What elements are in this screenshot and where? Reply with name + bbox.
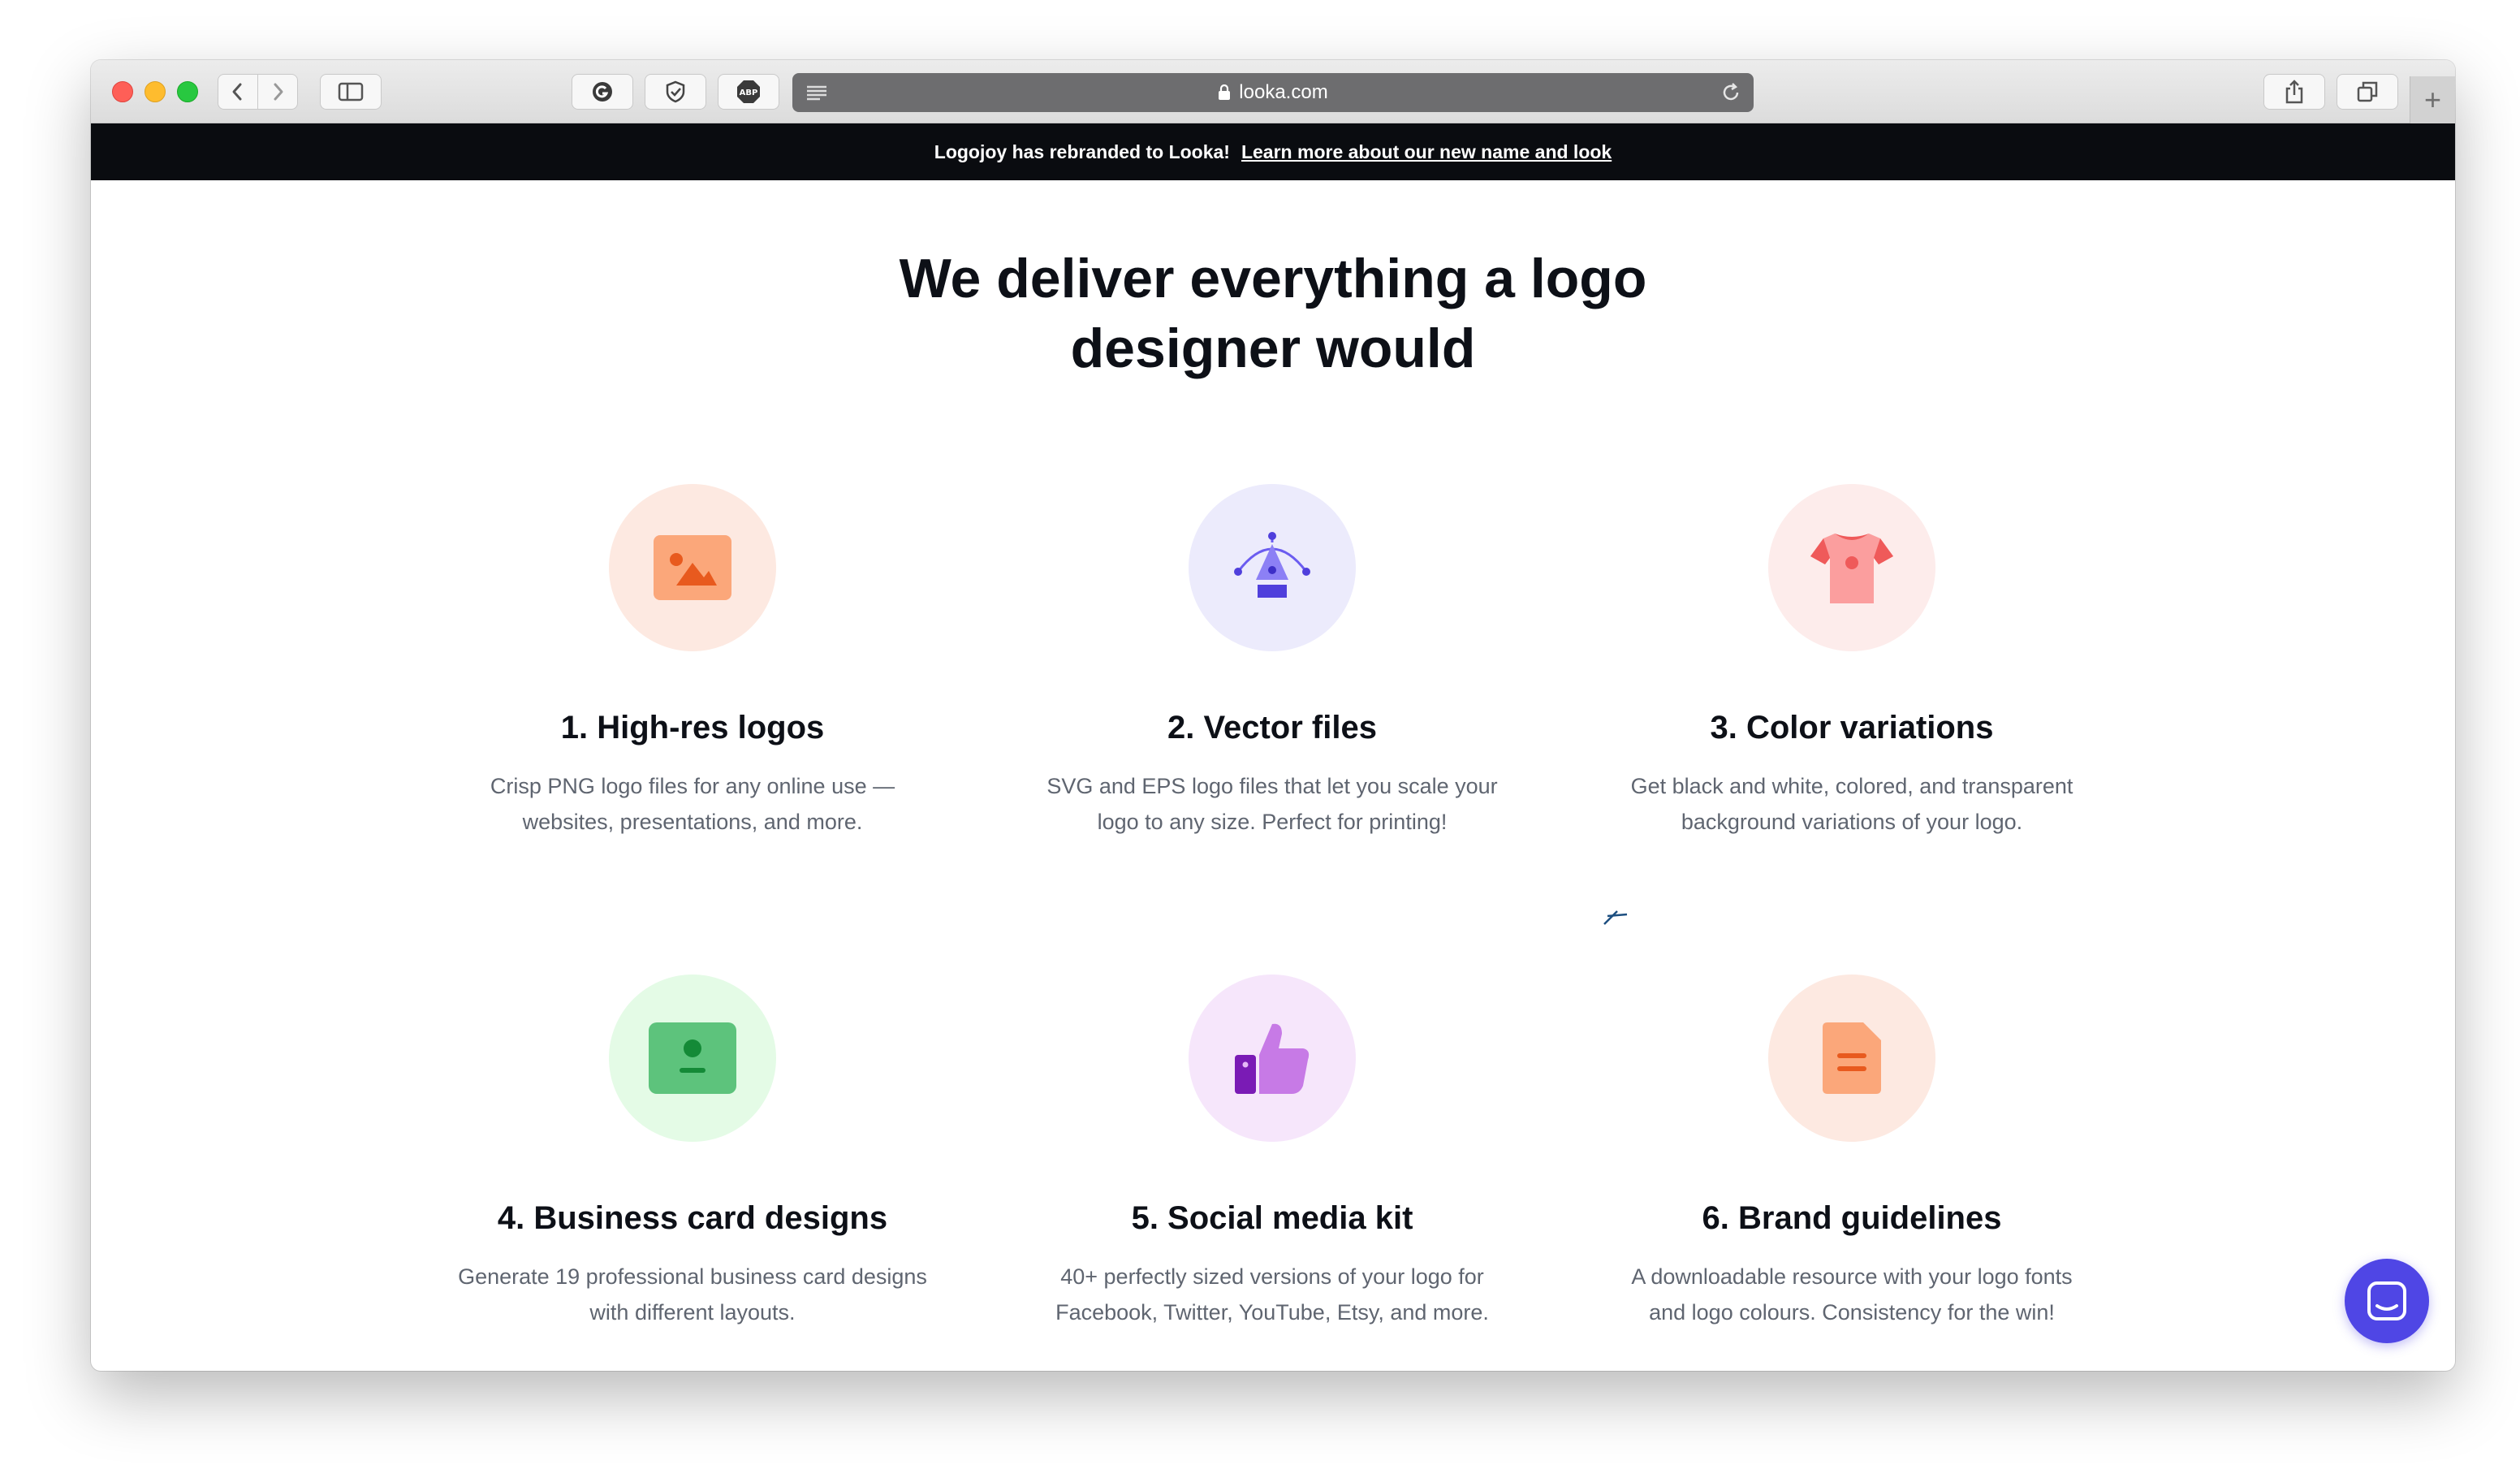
feature-description-line: background variations of your logo. (1681, 810, 2023, 834)
adblock-label: ABP (740, 89, 758, 97)
url-text: looka.com (1239, 81, 1328, 103)
feature-description-line: SVG and EPS logo files that let you scal… (1046, 774, 1498, 798)
share-button[interactable] (2263, 74, 2325, 110)
feature-description-line: websites, presentations, and more. (522, 810, 863, 834)
heading-line-2: designer would (1070, 318, 1476, 379)
plus-icon: + (2423, 83, 2442, 116)
browser-toolbar: ABP looka.com + (91, 60, 2455, 123)
rebrand-banner: Logojoy has rebranded to Looka! Learn mo… (91, 123, 2455, 180)
feature-title: 4. Business card designs (497, 1200, 888, 1236)
feature-description-line: logo to any size. Perfect for printing! (1097, 810, 1448, 834)
adblock-extension-button[interactable]: ABP (718, 74, 779, 110)
share-icon (2285, 80, 2303, 104)
minimize-window-button[interactable] (145, 81, 166, 102)
feature-title: 5. Social media kit (1131, 1200, 1413, 1236)
chat-icon (2367, 1281, 2406, 1320)
feature-description: SVG and EPS logo files that let you scal… (1021, 768, 1524, 840)
feature-description: Get black and white, colored, and transp… (1600, 768, 2104, 840)
feature-brand-guidelines: 6. Brand guidelines A downloadable resou… (1568, 975, 2136, 1330)
feature-icon-circle (1768, 975, 1935, 1142)
page-heading: We deliver everything a logo designer wo… (91, 244, 2455, 383)
sidebar-button[interactable] (320, 74, 382, 110)
feature-description-line: with different layouts. (589, 1300, 796, 1325)
feature-social-media-kit: 5. Social media kit 40+ perfectly sized … (988, 975, 1556, 1330)
address-bar[interactable]: looka.com (792, 73, 1754, 112)
feature-description: 40+ perfectly sized versions of your log… (1021, 1259, 1524, 1330)
shield-extension-button[interactable] (645, 74, 706, 110)
feature-description: Generate 19 professional business card d… (441, 1259, 944, 1330)
adblock-icon: ABP (737, 80, 760, 103)
heading-line-1: We deliver everything a logo (899, 248, 1647, 309)
feature-title: 2. Vector files (1167, 710, 1377, 745)
grammarly-extension-button[interactable] (572, 74, 633, 110)
image-icon (654, 535, 731, 600)
chevron-left-icon (232, 83, 242, 101)
banner-text: Logojoy has rebranded to Looka! (934, 140, 1230, 162)
feature-title: 1. High-res logos (560, 710, 825, 745)
document-icon (1823, 1022, 1881, 1094)
feature-title: 6. Brand guidelines (1702, 1200, 2002, 1236)
tabs-icon (2357, 81, 2378, 102)
new-tab-button[interactable]: + (2410, 76, 2455, 123)
feature-icon-circle (609, 975, 776, 1142)
pen-tool-icon (1234, 532, 1310, 598)
feature-icon-circle (609, 484, 776, 651)
reload-icon[interactable] (1720, 81, 1742, 104)
feature-icon-circle (1189, 975, 1356, 1142)
feature-business-card-designs: 4. Business card designs Generate 19 pro… (408, 975, 977, 1330)
close-window-button[interactable] (112, 81, 133, 102)
browser-window: ABP looka.com + Logojoy has rebranded to… (91, 60, 2455, 1371)
feature-description-line: and logo colours. Consistency for the wi… (1649, 1300, 2055, 1325)
pen-cursor-icon (1603, 910, 1628, 925)
chat-button[interactable] (2345, 1259, 2429, 1343)
sidebar-icon (338, 82, 364, 102)
feature-description-line: Get black and white, colored, and transp… (1630, 774, 2073, 798)
chevron-right-icon (274, 83, 283, 101)
feature-high-res-logos: 1. High-res logos Crisp PNG logo files f… (408, 484, 977, 840)
feature-description-line: 40+ perfectly sized versions of your log… (1060, 1264, 1484, 1289)
reader-icon[interactable] (805, 83, 828, 102)
forward-button[interactable] (257, 74, 298, 110)
feature-description: Crisp PNG logo files for any online use … (441, 768, 944, 840)
show-tabs-button[interactable] (2337, 74, 2398, 110)
thumbs-up-icon (1235, 1023, 1310, 1094)
feature-description-line: Crisp PNG logo files for any online use … (490, 774, 895, 798)
banner-learn-more-link[interactable]: Learn more about our new name and look (1241, 141, 1612, 163)
back-button[interactable] (218, 74, 258, 110)
feature-icon-circle (1768, 484, 1935, 651)
feature-description-line: Generate 19 professional business card d… (458, 1264, 927, 1289)
feature-color-variations: 3. Color variations Get black and white,… (1568, 484, 2136, 840)
grammarly-icon (593, 82, 612, 102)
lock-icon (1219, 84, 1231, 100)
feature-vector-files: 2. Vector files SVG and EPS logo files t… (988, 484, 1556, 840)
feature-icon-circle (1189, 484, 1356, 651)
tshirt-icon (1810, 534, 1893, 603)
maximize-window-button[interactable] (177, 81, 198, 102)
business-card-icon (649, 1022, 736, 1094)
feature-description: A downloadable resource with your logo f… (1600, 1259, 2104, 1330)
feature-description-line: A downloadable resource with your logo f… (1631, 1264, 2073, 1289)
feature-title: 3. Color variations (1710, 710, 1994, 745)
feature-description-line: Facebook, Twitter, YouTube, Etsy, and mo… (1055, 1300, 1489, 1325)
shield-icon (666, 80, 685, 103)
